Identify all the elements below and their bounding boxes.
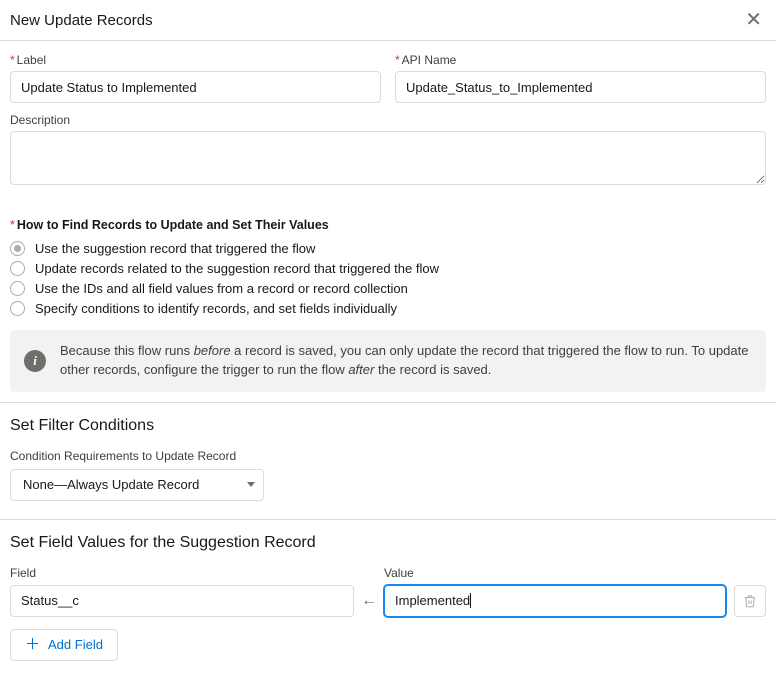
add-field-button[interactable]: ＋ Add Field	[10, 629, 118, 661]
radio-option-use-suggestion[interactable]: Use the suggestion record that triggered…	[10, 241, 766, 256]
radio-label: Update records related to the suggestion…	[35, 261, 439, 276]
radio-option-ids[interactable]: Use the IDs and all field values from a …	[10, 281, 766, 296]
value-input[interactable]: Implemented	[384, 585, 726, 617]
chevron-down-icon	[247, 482, 255, 487]
label-field-label: *Label	[10, 53, 381, 67]
radio-label: Specify conditions to identify records, …	[35, 301, 397, 316]
radio-label: Use the IDs and all field values from a …	[35, 281, 408, 296]
value-column-label: Value	[384, 566, 726, 580]
field-input[interactable]	[10, 585, 354, 617]
radio-icon	[10, 241, 25, 256]
modal-title: New Update Records	[10, 12, 153, 29]
radio-icon	[10, 261, 25, 276]
radio-option-conditions[interactable]: Specify conditions to identify records, …	[10, 301, 766, 316]
radio-label: Use the suggestion record that triggered…	[35, 241, 315, 256]
filter-conditions-title: Set Filter Conditions	[10, 417, 766, 435]
apiname-field-label: *API Name	[395, 53, 766, 67]
description-label: Description	[10, 113, 766, 127]
description-input[interactable]	[10, 131, 766, 185]
info-icon: i	[24, 350, 46, 372]
field-column-label: Field	[10, 566, 354, 580]
info-box: i Because this flow runs before a record…	[10, 330, 766, 392]
close-icon[interactable]: ✕	[743, 10, 764, 30]
radio-icon	[10, 281, 25, 296]
find-records-heading: *How to Find Records to Update and Set T…	[10, 218, 766, 232]
trash-icon	[743, 594, 757, 608]
condition-requirements-label: Condition Requirements to Update Record	[10, 449, 766, 463]
arrow-left-icon: ←	[354, 585, 384, 617]
label-input[interactable]	[10, 71, 381, 103]
plus-icon: ＋	[25, 637, 40, 652]
radio-icon	[10, 301, 25, 316]
apiname-input[interactable]	[395, 71, 766, 103]
radio-option-related[interactable]: Update records related to the suggestion…	[10, 261, 766, 276]
delete-row-button[interactable]	[734, 585, 766, 617]
set-field-values-title: Set Field Values for the Suggestion Reco…	[10, 534, 766, 552]
select-value: None—Always Update Record	[23, 477, 199, 492]
info-text: Because this flow runs before a record i…	[60, 342, 752, 380]
condition-requirements-select[interactable]: None—Always Update Record	[10, 469, 264, 501]
